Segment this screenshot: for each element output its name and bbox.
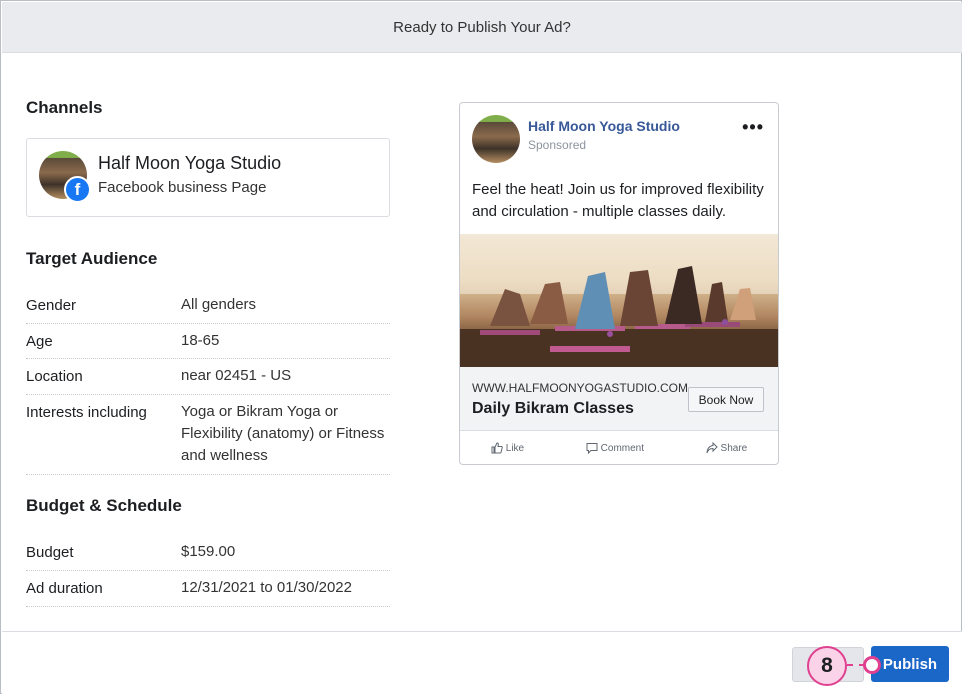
- audience-key: Gender: [26, 297, 77, 314]
- budget-table: Budget $159.00 Ad duration 12/31/2021 to…: [26, 535, 390, 607]
- audience-row-interests: Interests including Yoga or Bikram Yoga …: [26, 395, 390, 475]
- thumbs-up-icon: [491, 442, 503, 454]
- budget-key: Budget: [26, 544, 74, 561]
- yoga-class-photo: [460, 234, 778, 367]
- audience-row-location: Location near 02451 - US: [26, 359, 390, 395]
- budget-key: Ad duration: [26, 580, 103, 597]
- channel-page-name: Half Moon Yoga Studio: [98, 153, 282, 173]
- book-now-button[interactable]: Book Now: [688, 387, 764, 412]
- channel-page-type: Facebook business Page: [98, 179, 267, 196]
- channels-heading: Channels: [26, 98, 103, 117]
- more-options-icon[interactable]: •••: [742, 117, 764, 138]
- budget-value: 12/31/2021 to 01/30/2022: [181, 579, 352, 596]
- step-number-badge: 8: [807, 646, 847, 686]
- audience-key: Age: [26, 333, 53, 350]
- comment-icon: [586, 443, 598, 454]
- share-label: Share: [720, 442, 748, 454]
- comment-action[interactable]: Comment: [586, 442, 644, 454]
- share-icon: [706, 442, 718, 454]
- audience-key: Interests including: [26, 404, 147, 421]
- budget-heading: Budget & Schedule: [26, 496, 182, 515]
- audience-value: All genders: [181, 296, 257, 313]
- audience-value: Yoga or Bikram Yoga or Flexibility (anat…: [181, 403, 385, 464]
- publish-dialog: Ready to Publish Your Ad? Channels f Hal…: [0, 0, 962, 694]
- budget-row-budget: Budget $159.00: [26, 535, 390, 571]
- annotation-target-dot: [863, 656, 881, 674]
- facebook-icon: f: [64, 176, 91, 203]
- preview-link-card[interactable]: WWW.HALFMOONYOGASTUDIO.COM Daily Bikram …: [460, 367, 778, 431]
- audience-table: Gender All genders Age 18-65 Location ne…: [26, 288, 390, 475]
- preview-actions: Like Comment Share: [460, 435, 778, 461]
- ad-preview: Half Moon Yoga Studio Sponsored ••• Feel…: [459, 102, 779, 465]
- preview-primary-text: Feel the heat! Join us for improved flex…: [472, 181, 764, 220]
- preview-sponsored-label: Sponsored: [528, 138, 587, 152]
- audience-row-age: Age 18-65: [26, 324, 390, 359]
- audience-row-gender: Gender All genders: [26, 288, 390, 324]
- share-action[interactable]: Share: [706, 442, 748, 454]
- audience-value: near 02451 - US: [181, 367, 292, 384]
- preview-avatar: [472, 115, 520, 163]
- preview-headline: Daily Bikram Classes: [472, 400, 634, 417]
- like-label: Like: [505, 442, 525, 454]
- publish-button[interactable]: Publish: [871, 646, 949, 682]
- preview-image: [460, 234, 778, 367]
- budget-value: $159.00: [181, 543, 236, 560]
- like-action[interactable]: Like: [491, 442, 524, 454]
- comment-label: Comment: [600, 442, 645, 454]
- preview-page-name[interactable]: Half Moon Yoga Studio: [528, 118, 680, 134]
- audience-heading: Target Audience: [26, 249, 158, 268]
- channel-card: f Half Moon Yoga Studio Facebook busines…: [26, 138, 390, 217]
- dialog-title: Ready to Publish Your Ad?: [393, 18, 571, 36]
- budget-row-duration: Ad duration 12/31/2021 to 01/30/2022: [26, 571, 390, 607]
- dialog-header: Ready to Publish Your Ad?: [2, 2, 962, 53]
- preview-url: WWW.HALFMOONYOGASTUDIO.COM: [472, 381, 688, 395]
- audience-key: Location: [26, 368, 83, 385]
- audience-value: 18-65: [181, 332, 220, 349]
